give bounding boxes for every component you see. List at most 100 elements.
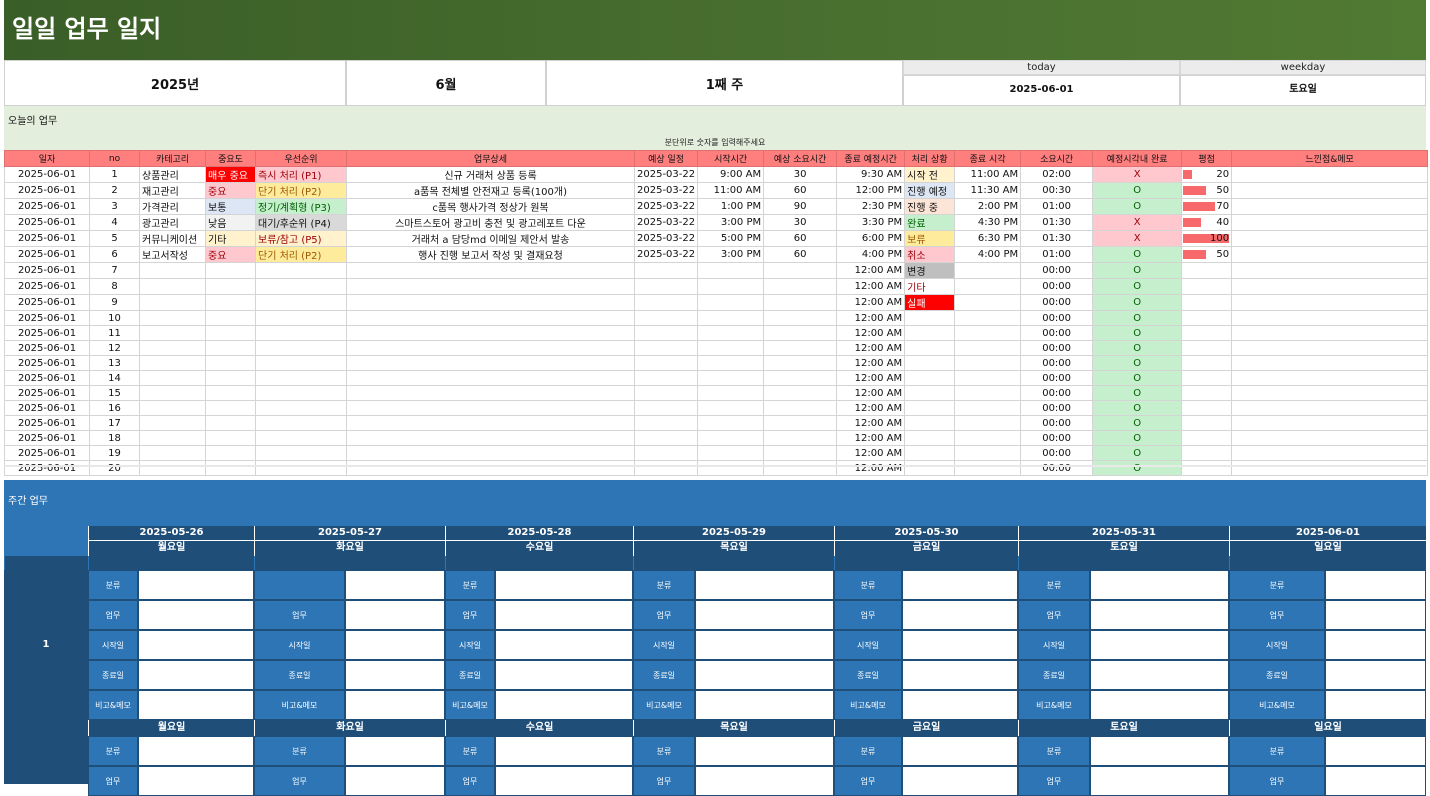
cell-end[interactable] [954, 430, 1022, 446]
cell-start[interactable] [697, 445, 765, 461]
cell-spent[interactable]: 01:30 [1020, 214, 1094, 231]
cell-importance[interactable] [205, 370, 256, 386]
cell-detail[interactable] [346, 340, 635, 356]
cell-no[interactable]: 13 [89, 355, 140, 371]
cell-importance[interactable]: 기타 [205, 230, 256, 247]
cell-est[interactable] [763, 460, 838, 476]
cell-score[interactable] [1181, 370, 1233, 386]
cell-category[interactable] [139, 460, 206, 476]
cell-date[interactable]: 2025-06-01 [4, 198, 90, 215]
cell-end-plan[interactable]: 12:00 AM [836, 355, 906, 371]
cell-end[interactable] [954, 460, 1022, 476]
cell-date[interactable]: 2025-06-01 [4, 246, 90, 263]
weekly-field-input[interactable] [138, 766, 254, 796]
cell-category[interactable] [139, 415, 206, 431]
cell-memo[interactable] [1231, 370, 1429, 386]
cell-end-plan[interactable]: 6:00 PM [836, 230, 906, 247]
cell-end-plan[interactable]: 12:00 AM [836, 278, 906, 295]
weekly-field-input[interactable] [902, 690, 1018, 720]
cell-score[interactable] [1181, 340, 1233, 356]
cell-category[interactable]: 가격관리 [139, 198, 206, 215]
cell-start[interactable] [697, 415, 765, 431]
cell-est[interactable] [763, 445, 838, 461]
cell-detail[interactable] [346, 370, 635, 386]
cell-importance[interactable] [205, 355, 256, 371]
cell-category[interactable] [139, 262, 206, 279]
cell-memo[interactable] [1231, 385, 1429, 401]
cell-plan[interactable]: 2025-03-22 [633, 166, 699, 183]
cell-priority[interactable]: 정기/계획형 (P3) [255, 198, 347, 215]
cell-no[interactable]: 20 [89, 460, 140, 476]
cell-ontime[interactable]: O [1092, 182, 1183, 199]
cell-status[interactable] [904, 310, 956, 326]
cell-spent[interactable]: 00:00 [1020, 430, 1094, 446]
cell-plan[interactable] [633, 415, 699, 431]
cell-category[interactable] [139, 385, 206, 401]
weekly-field-input[interactable] [902, 630, 1018, 660]
cell-memo[interactable] [1231, 325, 1429, 341]
cell-no[interactable]: 17 [89, 415, 140, 431]
cell-status[interactable] [904, 430, 956, 446]
cell-plan[interactable] [633, 325, 699, 341]
cell-priority[interactable] [255, 400, 347, 416]
weekly-field-input[interactable] [695, 736, 834, 766]
cell-memo[interactable] [1231, 415, 1429, 431]
cell-date[interactable]: 2025-06-01 [4, 460, 90, 476]
weekly-field-input[interactable] [1090, 660, 1229, 690]
cell-priority[interactable]: 즉시 처리 (P1) [255, 166, 347, 183]
cell-start[interactable] [697, 385, 765, 401]
cell-status[interactable] [904, 340, 956, 356]
cell-start[interactable] [697, 310, 765, 326]
cell-no[interactable]: 8 [89, 278, 140, 295]
weekly-field-input[interactable] [345, 736, 445, 766]
cell-end-plan[interactable]: 12:00 AM [836, 340, 906, 356]
cell-memo[interactable] [1231, 310, 1429, 326]
weekly-field-input[interactable] [1325, 766, 1426, 796]
weekly-field-input[interactable] [1325, 630, 1426, 660]
cell-end[interactable] [954, 294, 1022, 311]
weekly-field-input[interactable] [495, 736, 633, 766]
cell-end-plan[interactable]: 4:00 PM [836, 246, 906, 263]
cell-est[interactable]: 90 [763, 198, 838, 215]
year-cell[interactable]: 2025년 [4, 60, 346, 106]
cell-score[interactable]: 100 [1181, 230, 1233, 247]
weekly-field-input[interactable] [345, 660, 445, 690]
cell-end-plan[interactable]: 12:00 AM [836, 460, 906, 476]
cell-importance[interactable] [205, 400, 256, 416]
cell-status[interactable] [904, 400, 956, 416]
cell-no[interactable]: 18 [89, 430, 140, 446]
weekly-field-input[interactable] [345, 600, 445, 630]
cell-spent[interactable]: 01:00 [1020, 246, 1094, 263]
cell-date[interactable]: 2025-06-01 [4, 214, 90, 231]
cell-end-plan[interactable]: 12:00 AM [836, 310, 906, 326]
cell-start[interactable]: 11:00 AM [697, 182, 765, 199]
cell-date[interactable]: 2025-06-01 [4, 400, 90, 416]
cell-plan[interactable] [633, 294, 699, 311]
cell-detail[interactable] [346, 400, 635, 416]
cell-end[interactable] [954, 370, 1022, 386]
weekly-field-input[interactable] [695, 600, 834, 630]
cell-importance[interactable] [205, 460, 256, 476]
cell-date[interactable]: 2025-06-01 [4, 385, 90, 401]
cell-est[interactable] [763, 294, 838, 311]
weekly-field-input[interactable] [1325, 570, 1426, 600]
cell-detail[interactable]: c품목 행사가격 정상가 원복 [346, 198, 635, 215]
cell-no[interactable]: 3 [89, 198, 140, 215]
cell-est[interactable]: 60 [763, 182, 838, 199]
cell-score[interactable] [1181, 430, 1233, 446]
cell-ontime[interactable]: O [1092, 355, 1183, 371]
cell-detail[interactable] [346, 325, 635, 341]
cell-memo[interactable] [1231, 400, 1429, 416]
cell-score[interactable] [1181, 294, 1233, 311]
cell-detail[interactable] [346, 430, 635, 446]
weekly-field-input[interactable] [902, 736, 1018, 766]
cell-ontime[interactable]: O [1092, 340, 1183, 356]
cell-end[interactable] [954, 385, 1022, 401]
cell-score[interactable] [1181, 355, 1233, 371]
cell-start[interactable]: 3:00 PM [697, 246, 765, 263]
cell-no[interactable]: 6 [89, 246, 140, 263]
cell-memo[interactable] [1231, 430, 1429, 446]
cell-status[interactable]: 취소 [904, 246, 956, 263]
cell-start[interactable] [697, 430, 765, 446]
cell-date[interactable]: 2025-06-01 [4, 340, 90, 356]
